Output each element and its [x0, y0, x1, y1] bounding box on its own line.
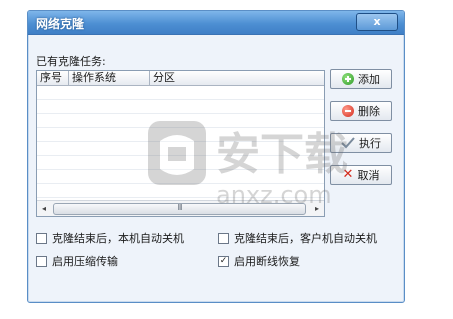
- compress-checkbox[interactable]: 启用压缩传输: [36, 253, 118, 269]
- title-bar[interactable]: 网络克隆 x: [28, 11, 404, 35]
- compress-label: 启用压缩传输: [52, 255, 118, 268]
- cancel-x-icon: ✕: [342, 167, 354, 182]
- resume-label: 启用断线恢复: [234, 255, 300, 268]
- close-button[interactable]: x: [356, 13, 398, 31]
- task-list-label: 已有克隆任务:: [36, 55, 106, 68]
- add-icon: [342, 73, 354, 85]
- shutdown-local-label: 克隆结束后，本机自动关机: [52, 232, 184, 245]
- shutdown-local-box[interactable]: [36, 232, 47, 244]
- shutdown-client-checkbox[interactable]: 克隆结束后，客户机自动关机: [218, 230, 377, 246]
- list-body[interactable]: [37, 86, 324, 201]
- execute-button[interactable]: 执行: [330, 133, 392, 153]
- resume-box[interactable]: ✓: [218, 255, 229, 267]
- checkmark-icon: [341, 137, 355, 149]
- cancel-button[interactable]: ✕ 取消: [330, 165, 392, 185]
- clone-task-list[interactable]: 序号 操作系统 分区 ◂ III ▸: [36, 70, 325, 217]
- window-title: 网络克隆: [36, 17, 85, 31]
- scrollbar-grip-icon: III: [177, 203, 182, 212]
- scrollbar-thumb[interactable]: III: [53, 203, 306, 215]
- delete-icon: [342, 105, 354, 117]
- compress-box[interactable]: [36, 255, 47, 267]
- network-clone-dialog: 网络克隆 x 已有克隆任务: 序号 操作系统 分区 ◂ III ▸ 添加 删除 …: [27, 10, 405, 303]
- add-button[interactable]: 添加: [330, 69, 392, 89]
- column-header-os[interactable]: 操作系统: [69, 71, 150, 85]
- delete-button-label: 删除: [358, 105, 380, 118]
- column-header-partition[interactable]: 分区: [150, 71, 322, 85]
- cancel-button-label: 取消: [357, 169, 380, 182]
- delete-button[interactable]: 删除: [330, 101, 392, 121]
- column-header-index[interactable]: 序号: [37, 71, 69, 85]
- resume-checkbox[interactable]: ✓ 启用断线恢复: [218, 253, 300, 269]
- execute-button-label: 执行: [359, 137, 381, 150]
- scroll-left-arrow-icon[interactable]: ◂: [37, 201, 51, 216]
- scroll-right-arrow-icon[interactable]: ▸: [310, 201, 324, 216]
- horizontal-scrollbar[interactable]: ◂ III ▸: [37, 200, 324, 216]
- shutdown-local-checkbox[interactable]: 克隆结束后，本机自动关机: [36, 230, 184, 246]
- shutdown-client-box[interactable]: [218, 232, 229, 244]
- list-header: 序号 操作系统 分区: [37, 71, 324, 86]
- shutdown-client-label: 克隆结束后，客户机自动关机: [234, 232, 377, 245]
- add-button-label: 添加: [358, 73, 380, 86]
